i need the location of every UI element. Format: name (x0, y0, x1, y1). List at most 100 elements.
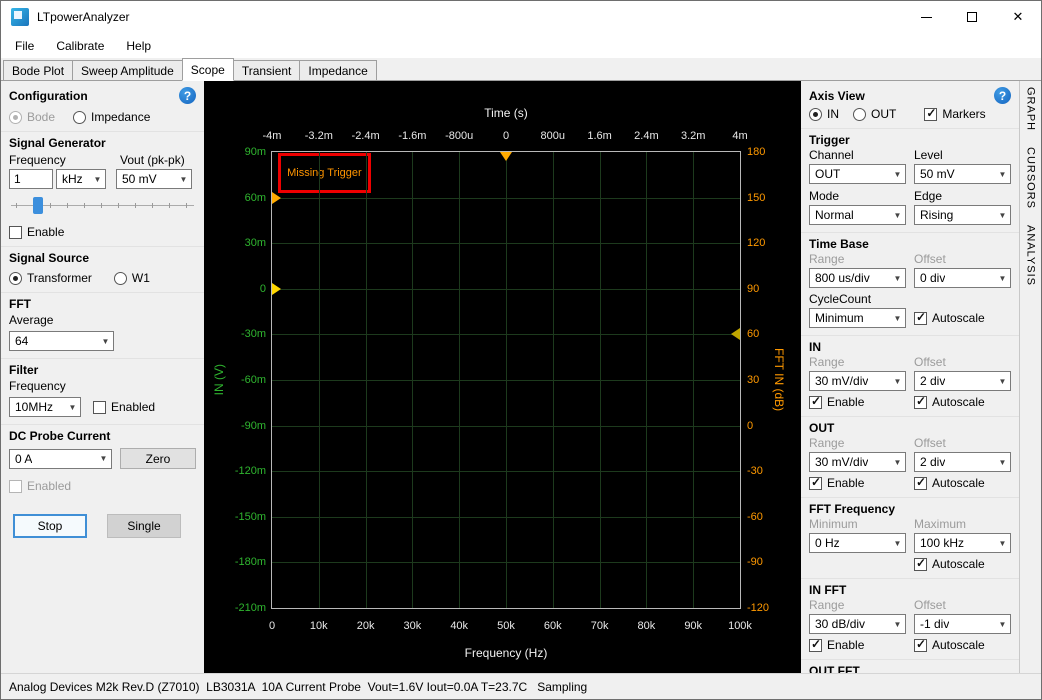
tick-label: 0 (503, 130, 509, 142)
plot-grid[interactable]: Time (s) Frequency (Hz) IN (V) FFT IN (d… (271, 151, 741, 609)
vout-select[interactable]: 50 mV ▼ (116, 169, 192, 189)
filter-enabled-checkbox[interactable]: Enabled (93, 400, 155, 414)
out-autoscale-checkbox[interactable]: Autoscale (914, 476, 1011, 490)
time-base-range-select[interactable]: 800 us/div ▼ (809, 268, 906, 288)
chevron-down-icon: ▼ (890, 274, 905, 283)
fft-frequency-minimum-select[interactable]: 0 Hz ▼ (809, 533, 906, 553)
trigger-mode-select[interactable]: Normal ▼ (809, 205, 906, 225)
trigger-marker[interactable] (500, 152, 512, 161)
chevron-down-icon: ▼ (65, 403, 80, 412)
filter-section: Filter Frequency 10MHz ▼ Enabled (1, 358, 204, 424)
signal-source-title: Signal Source (9, 251, 196, 265)
tab-scope[interactable]: Scope (182, 58, 234, 81)
scope-plot: Time (s) Frequency (Hz) IN (V) FFT IN (d… (204, 81, 801, 673)
menu-calibrate[interactable]: Calibrate (45, 35, 115, 57)
impedance-radio[interactable]: Impedance (73, 110, 150, 124)
tab-transient[interactable]: Transient (233, 60, 301, 80)
chevron-down-icon: ▼ (995, 458, 1010, 467)
time-base-offset-select[interactable]: 0 div ▼ (914, 268, 1011, 288)
out-offset-select[interactable]: 2 div ▼ (914, 452, 1011, 472)
side-tab-analysis[interactable]: ANALYSIS (1025, 225, 1037, 286)
trigger-section: Trigger Channel Level OUT ▼ 50 mV ▼ (801, 128, 1019, 232)
tick-label: -120 (747, 602, 769, 614)
frequency-unit-select[interactable]: kHz ▼ (56, 169, 106, 189)
grid-line (646, 152, 647, 608)
in-fft-autoscale-checkbox[interactable]: Autoscale (914, 638, 1011, 652)
tick-label: -90 (747, 556, 763, 568)
in-fft-range-select[interactable]: 30 dB/div ▼ (809, 614, 906, 634)
fft-frequency-autoscale-checkbox[interactable]: Autoscale (914, 557, 1011, 571)
trigger-level-select[interactable]: 50 mV ▼ (914, 164, 1011, 184)
tick-label: 180 (747, 146, 765, 158)
minimize-button[interactable] (903, 1, 949, 33)
in-autoscale-checkbox[interactable]: Autoscale (914, 395, 1011, 409)
zero-button[interactable]: Zero (120, 448, 196, 469)
in-fft-enable-checkbox[interactable]: Enable (809, 638, 906, 652)
checkbox-icon (914, 396, 927, 409)
axis-in-radio[interactable]: IN (809, 107, 839, 121)
trigger-title: Trigger (809, 133, 1011, 147)
checkbox-icon (9, 480, 22, 493)
in-fft-offset-select[interactable]: -1 div ▼ (914, 614, 1011, 634)
w1-radio[interactable]: W1 (114, 271, 150, 285)
dc-probe-current-select[interactable]: 0 A ▼ (9, 449, 112, 469)
signal-generator-enable-checkbox[interactable]: Enable (9, 225, 64, 239)
chevron-down-icon: ▼ (90, 175, 105, 184)
tab-sweep-amplitude[interactable]: Sweep Amplitude (72, 60, 183, 80)
frequency-slider[interactable] (11, 195, 194, 217)
markers-checkbox[interactable]: Markers (924, 107, 985, 121)
tick-label: 0 (269, 620, 275, 632)
side-tab-graph[interactable]: GRAPH (1025, 87, 1037, 131)
tab-bode-plot[interactable]: Bode Plot (3, 60, 73, 80)
trigger-edge-select[interactable]: Rising ▼ (914, 205, 1011, 225)
impedance-radio-label: Impedance (91, 110, 150, 124)
signal-source-section: Signal Source Transformer W1 (1, 246, 204, 292)
chevron-down-icon: ▼ (995, 274, 1010, 283)
menu-file[interactable]: File (4, 35, 45, 57)
close-button[interactable]: ✕ (995, 1, 1041, 33)
tick-label: -30 (747, 465, 763, 477)
trigger-edge-label: Edge (914, 189, 1011, 203)
menu-help[interactable]: Help (115, 35, 162, 57)
configuration-title: Configuration (9, 89, 88, 103)
bode-radio[interactable]: Bode (9, 110, 55, 124)
status-bar: Analog Devices M2k Rev.D (Z7010) LB3031A… (1, 673, 1041, 699)
transformer-radio-label: Transformer (27, 271, 92, 285)
single-button[interactable]: Single (107, 514, 181, 538)
trigger-marker[interactable] (272, 283, 281, 295)
help-icon[interactable]: ? (994, 87, 1011, 104)
in-fft-offset-value: -1 div (920, 617, 949, 631)
slider-thumb[interactable] (33, 197, 43, 214)
ticks-right: 1801501209060300-30-60-90-120 (740, 152, 796, 608)
minimize-icon (921, 17, 932, 18)
in-fft-range-label: Range (809, 598, 906, 612)
checkbox-icon (93, 401, 106, 414)
trigger-marker[interactable] (731, 328, 740, 340)
tick-label: 90k (684, 620, 702, 632)
in-offset-select[interactable]: 2 div ▼ (914, 371, 1011, 391)
fft-frequency-maximum-select[interactable]: 100 kHz ▼ (914, 533, 1011, 553)
tick-label: -120m (235, 465, 266, 477)
side-tab-cursors[interactable]: CURSORS (1025, 147, 1037, 209)
in-enable-checkbox[interactable]: Enable (809, 395, 906, 409)
tick-label: -800u (445, 130, 473, 142)
in-range-select[interactable]: 30 mV/div ▼ (809, 371, 906, 391)
trigger-marker[interactable] (272, 192, 281, 204)
maximize-button[interactable] (949, 1, 995, 33)
axis-out-radio[interactable]: OUT (853, 107, 896, 121)
filter-frequency-select[interactable]: 10MHz ▼ (9, 397, 81, 417)
out-enable-checkbox[interactable]: Enable (809, 476, 906, 490)
fft-average-select[interactable]: 64 ▼ (9, 331, 114, 351)
tick-label: 2.4m (634, 130, 658, 142)
cyclecount-select[interactable]: Minimum ▼ (809, 308, 906, 328)
time-base-autoscale-checkbox[interactable]: Autoscale (914, 311, 1011, 325)
checkbox-icon (914, 639, 927, 652)
tab-impedance[interactable]: Impedance (299, 60, 376, 80)
trigger-channel-select[interactable]: OUT ▼ (809, 164, 906, 184)
transformer-radio[interactable]: Transformer (9, 271, 92, 285)
out-range-select[interactable]: 30 mV/div ▼ (809, 452, 906, 472)
checkbox-icon (809, 396, 822, 409)
stop-button[interactable]: Stop (13, 514, 87, 538)
frequency-input[interactable] (9, 169, 53, 189)
help-icon[interactable]: ? (179, 87, 196, 104)
